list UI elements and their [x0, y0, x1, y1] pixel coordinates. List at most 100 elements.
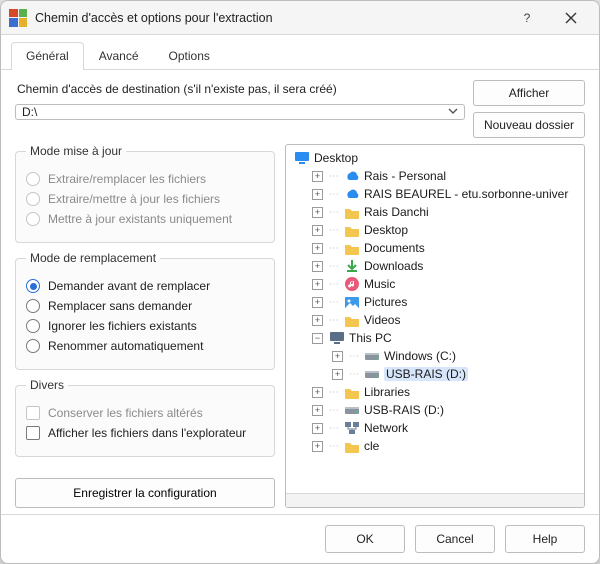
window-title: Chemin d'accès et options pour l'extract… — [35, 11, 505, 25]
tab-advanced[interactable]: Avancé — [84, 42, 154, 70]
tree-item-label: Documents — [364, 241, 425, 255]
folder-icon — [344, 204, 360, 220]
tree-item[interactable]: +⋯Documents — [288, 239, 582, 257]
tab-general[interactable]: Général — [11, 42, 84, 70]
app-icon — [9, 9, 27, 27]
tree-item-label: USB-RAIS (D:) — [364, 403, 444, 417]
destination-path-combobox[interactable]: D:\ — [15, 104, 465, 120]
radio-overwrite-without-asking[interactable]: Remplacer sans demander — [26, 299, 264, 313]
radio-ask-before-overwrite[interactable]: Demander avant de remplacer — [26, 279, 264, 293]
tree-item[interactable]: +⋯Network — [288, 419, 582, 437]
collapse-icon[interactable]: − — [312, 333, 323, 344]
pictures-icon — [344, 294, 360, 310]
tree-item-label: Libraries — [364, 385, 410, 399]
help-icon[interactable]: ? — [505, 3, 549, 33]
content-area: Chemin d'accès de destination (s'il n'ex… — [1, 70, 599, 514]
overwrite-mode-group: Mode de remplacement Demander avant de r… — [15, 251, 275, 370]
expand-icon[interactable]: + — [312, 405, 323, 416]
expand-icon[interactable]: + — [312, 297, 323, 308]
tree-item[interactable]: +⋯Rais Danchi — [288, 203, 582, 221]
network-icon — [344, 420, 360, 436]
expand-icon[interactable]: + — [312, 261, 323, 272]
tree-item[interactable]: +⋯Desktop — [288, 221, 582, 239]
tree-item[interactable]: +⋯Windows (C:) — [288, 347, 582, 365]
drive-icon — [364, 366, 380, 382]
display-button[interactable]: Afficher — [473, 80, 585, 106]
expand-icon[interactable]: + — [332, 351, 343, 362]
tree-item-label: Desktop — [364, 223, 408, 237]
misc-legend: Divers — [26, 378, 68, 392]
tree-item[interactable]: +⋯cle — [288, 437, 582, 455]
tree-item-label: Music — [364, 277, 395, 291]
check-keep-broken: Conserver les fichiers altérés — [26, 406, 264, 420]
dialog-window: Chemin d'accès et options pour l'extract… — [0, 0, 600, 564]
misc-group: Divers Conserver les fichiers altérés Af… — [15, 378, 275, 457]
save-config-button[interactable]: Enregistrer la configuration — [15, 478, 275, 508]
tree-item-label: Pictures — [364, 295, 407, 309]
folder-icon — [344, 240, 360, 256]
tree-item[interactable]: +⋯RAIS BEAUREL - etu.sorbonne-univer — [288, 185, 582, 203]
chevron-down-icon[interactable] — [448, 105, 458, 119]
tree-item-label: RAIS BEAUREL - etu.sorbonne-univer — [364, 187, 568, 201]
titlebar: Chemin d'accès et options pour l'extract… — [1, 1, 599, 35]
drive-icon — [344, 402, 360, 418]
tree-item-label: Network — [364, 421, 408, 435]
expand-icon[interactable]: + — [312, 441, 323, 452]
close-icon[interactable] — [549, 3, 593, 33]
tree-item[interactable]: +⋯Rais - Personal — [288, 167, 582, 185]
update-mode-group: Mode mise à jour Extraire/remplacer les … — [15, 144, 275, 243]
folder-icon — [344, 222, 360, 238]
tree-item[interactable]: +⋯Videos — [288, 311, 582, 329]
update-mode-legend: Mode mise à jour — [26, 144, 126, 158]
expand-icon[interactable]: + — [312, 423, 323, 434]
destination-path-value: D:\ — [22, 105, 448, 119]
folder-icon — [344, 312, 360, 328]
dialog-footer: OK Cancel Help — [1, 514, 599, 563]
expand-icon[interactable]: + — [312, 279, 323, 290]
tree-item[interactable]: +⋯Downloads — [288, 257, 582, 275]
cloud-icon — [344, 186, 360, 202]
tree-item[interactable]: +⋯Libraries — [288, 383, 582, 401]
music-icon — [344, 276, 360, 292]
expand-icon[interactable]: + — [312, 387, 323, 398]
tree-item-label: Videos — [364, 313, 400, 327]
expand-icon[interactable]: + — [312, 207, 323, 218]
overwrite-mode-legend: Mode de remplacement — [26, 251, 160, 265]
new-folder-button[interactable]: Nouveau dossier — [473, 112, 585, 138]
expand-icon[interactable]: + — [332, 369, 343, 380]
check-show-in-explorer[interactable]: Afficher les fichiers dans l'explorateur — [26, 426, 264, 440]
computer-icon — [329, 330, 345, 346]
help-button[interactable]: Help — [505, 525, 585, 553]
expand-icon[interactable]: + — [312, 315, 323, 326]
folder-icon — [344, 384, 360, 400]
tab-strip: Général Avancé Options — [1, 35, 599, 70]
drive-icon — [364, 348, 380, 364]
tree-item[interactable]: +⋯USB-RAIS (D:) — [288, 401, 582, 419]
radio-extract-update: Extraire/mettre à jour les fichiers — [26, 192, 264, 206]
expand-icon[interactable]: + — [312, 243, 323, 254]
destination-path-label: Chemin d'accès de destination (s'il n'ex… — [17, 82, 465, 96]
radio-rename-auto[interactable]: Renommer automatiquement — [26, 339, 264, 353]
tree-item[interactable]: +⋯Pictures — [288, 293, 582, 311]
folder-tree[interactable]: Desktop +⋯Rais - Personal+⋯RAIS BEAUREL … — [286, 145, 584, 493]
folder-icon — [344, 438, 360, 454]
tree-root[interactable]: Desktop — [288, 149, 582, 167]
tree-item[interactable]: +⋯USB-RAIS (D:) — [288, 365, 582, 383]
ok-button[interactable]: OK — [325, 525, 405, 553]
tree-item-label: USB-RAIS (D:) — [384, 367, 468, 381]
tree-item-label: Rais - Personal — [364, 169, 446, 183]
expand-icon[interactable]: + — [312, 225, 323, 236]
radio-update-existing: Mettre à jour existants uniquement — [26, 212, 264, 226]
tree-item-label: cle — [364, 439, 379, 453]
tab-options[interactable]: Options — [154, 42, 225, 70]
radio-extract-replace: Extraire/remplacer les fichiers — [26, 172, 264, 186]
radio-skip-existing[interactable]: Ignorer les fichiers existants — [26, 319, 264, 333]
tree-item-thispc[interactable]: − This PC — [288, 329, 582, 347]
cancel-button[interactable]: Cancel — [415, 525, 495, 553]
desktop-icon — [294, 150, 310, 166]
tree-item[interactable]: +⋯Music — [288, 275, 582, 293]
expand-icon[interactable]: + — [312, 171, 323, 182]
expand-icon[interactable]: + — [312, 189, 323, 200]
horizontal-scrollbar[interactable] — [286, 493, 584, 507]
tree-item-label: Rais Danchi — [364, 205, 429, 219]
